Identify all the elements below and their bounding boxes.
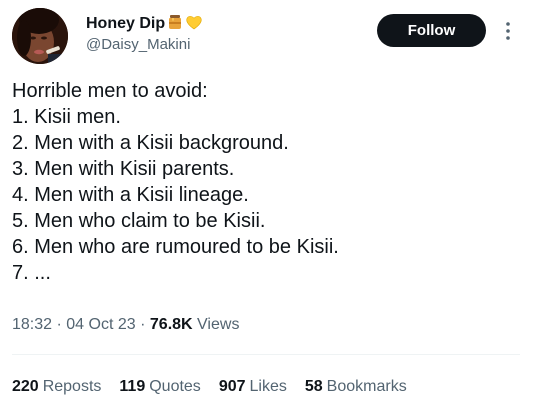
quotes-count: 119 xyxy=(119,378,146,395)
avatar[interactable] xyxy=(12,8,68,64)
bookmarks-label: Bookmarks xyxy=(326,378,407,395)
honey-pot-icon xyxy=(166,13,184,36)
quotes-stat[interactable]: 119 Quotes xyxy=(119,376,200,398)
quotes-label: Quotes xyxy=(149,378,201,395)
views-label: Views xyxy=(197,316,240,333)
likes-stat[interactable]: 907 Likes xyxy=(219,376,287,398)
avatar-photo xyxy=(12,8,68,64)
tweet-line: 1. Kisii men. xyxy=(12,106,121,128)
meta-separator: · xyxy=(56,316,62,333)
tweet-time[interactable]: 18:32 xyxy=(12,316,52,333)
tweet-line: 2. Men with a Kisii background. xyxy=(12,132,289,154)
reposts-stat[interactable]: 220 Reposts xyxy=(12,376,101,398)
yellow-heart-icon xyxy=(185,13,203,36)
meta-separator: · xyxy=(140,316,146,333)
display-name-row: Honey Dip xyxy=(86,14,203,34)
vertical-ellipsis-icon[interactable] xyxy=(498,18,518,44)
likes-label: Likes xyxy=(249,378,287,395)
follow-button[interactable]: Follow xyxy=(377,14,486,47)
tweet-line: 6. Men who are rumoured to be Kisii. xyxy=(12,236,339,258)
tweet-card: Honey Dip @Daisy_Makini Follow Horrible … xyxy=(0,0,533,410)
tweet-line: 3. Men with Kisii parents. xyxy=(12,158,235,180)
bookmarks-stat[interactable]: 58 Bookmarks xyxy=(305,376,407,398)
engagement-stats: 220 Reposts 119 Quotes 907 Likes 58 Bookmark… xyxy=(12,376,425,398)
author-block: Honey Dip @Daisy_Makini xyxy=(86,14,203,55)
likes-count: 907 xyxy=(218,378,246,395)
reposts-count: 220 xyxy=(12,378,39,395)
tweet-meta: 18:32 · 04 Oct 23 · 76.8K Views xyxy=(12,314,239,336)
tweet-line: 7. ... xyxy=(12,262,51,284)
tweet-line: 4. Men with a Kisii lineage. xyxy=(12,184,249,206)
tweet-text: Horrible men to avoid: 1. Kisii men. 2. … xyxy=(12,78,512,286)
views-count: 76.8K xyxy=(149,316,193,333)
tweet-date[interactable]: 04 Oct 23 xyxy=(66,316,135,333)
display-name[interactable]: Honey Dip xyxy=(86,14,165,34)
divider xyxy=(12,354,520,355)
user-handle[interactable]: @Daisy_Makini xyxy=(86,35,203,55)
tweet-line: 5. Men who claim to be Kisii. xyxy=(12,210,266,232)
reposts-label: Reposts xyxy=(42,378,102,395)
bookmarks-count: 58 xyxy=(304,378,323,395)
tweet-line: Horrible men to avoid: xyxy=(12,80,208,102)
